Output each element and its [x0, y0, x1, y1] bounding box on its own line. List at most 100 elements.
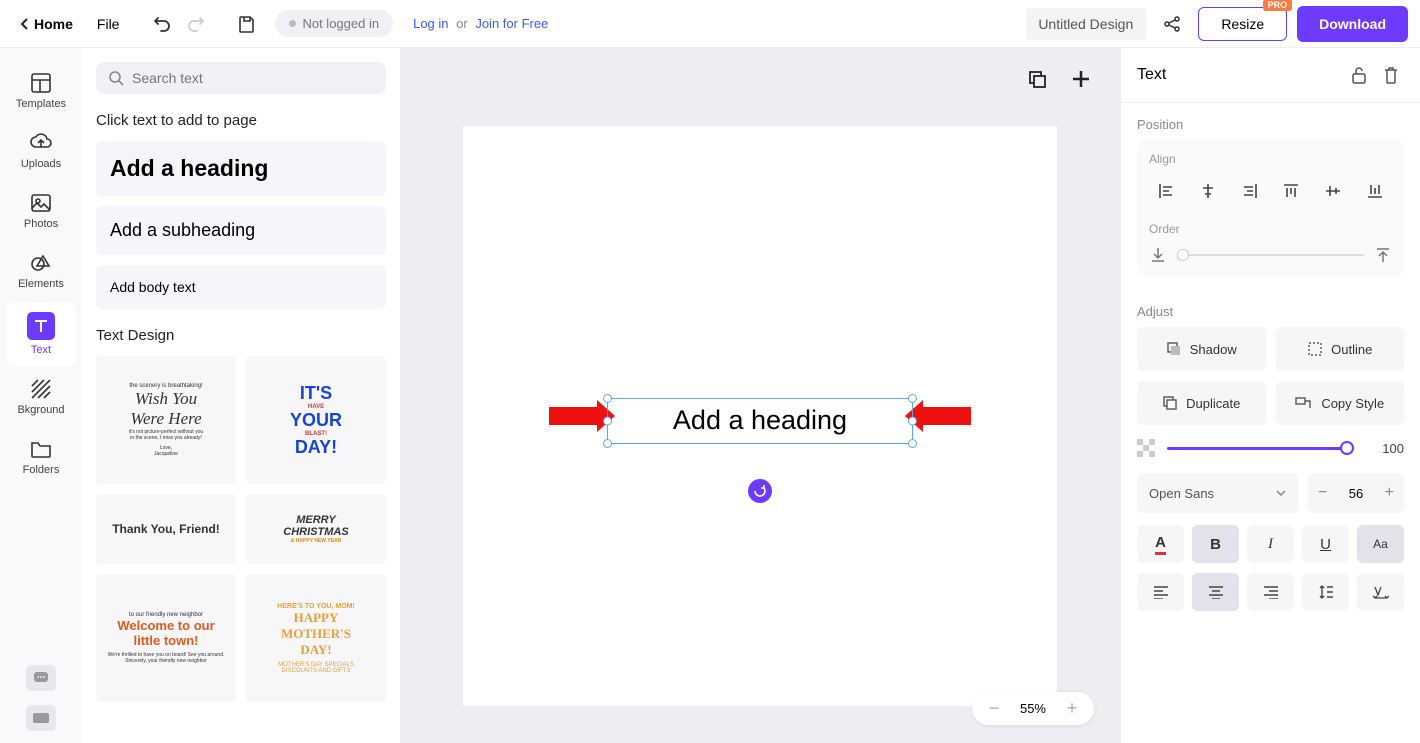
- selected-text-element[interactable]: Add a heading: [607, 398, 913, 444]
- join-link[interactable]: Join for Free: [475, 16, 548, 31]
- text-align-center-button[interactable]: [1192, 573, 1239, 611]
- rail-templates-label: Templates: [16, 98, 66, 110]
- align-top-button[interactable]: [1274, 176, 1308, 206]
- text-color-button[interactable]: A: [1137, 525, 1184, 563]
- resize-handle-tr[interactable]: [908, 394, 917, 403]
- duplicate-button[interactable]: Duplicate: [1137, 381, 1266, 425]
- text-element-content: Add a heading: [673, 405, 847, 436]
- or-text: or: [456, 16, 468, 31]
- underline-button[interactable]: U: [1302, 525, 1349, 563]
- shadow-icon: [1166, 341, 1182, 357]
- font-size-increase[interactable]: +: [1385, 484, 1394, 502]
- text-design-6[interactable]: HERE'S TO YOU, MOM! HAPPY MOTHER'S DAY! …: [246, 574, 386, 702]
- delete-button[interactable]: [1378, 62, 1404, 88]
- zoom-out-button[interactable]: −: [986, 698, 1002, 719]
- order-slider[interactable]: [1177, 254, 1364, 256]
- rail-folders-label: Folders: [23, 464, 60, 476]
- login-link[interactable]: Log in: [413, 16, 448, 31]
- text-design-4[interactable]: MERRY CHRISTMAS & HAPPY NEW YEAR: [246, 494, 386, 564]
- resize-handle-br[interactable]: [908, 439, 917, 448]
- text-design-3[interactable]: Thank You, Friend!: [96, 494, 236, 564]
- text-align-right-button[interactable]: [1247, 573, 1294, 611]
- align-hcenter-button[interactable]: [1191, 176, 1225, 206]
- text-case-button[interactable]: Aa: [1357, 525, 1404, 563]
- rail-text-label: Text: [31, 344, 51, 356]
- rail-photos-label: Photos: [24, 218, 58, 230]
- font-size-decrease[interactable]: −: [1318, 484, 1327, 502]
- rail-elements[interactable]: Elements: [6, 242, 76, 300]
- rail-folders[interactable]: Folders: [6, 428, 76, 486]
- letter-spacing-button[interactable]: [1357, 573, 1404, 611]
- align-bottom-button[interactable]: [1358, 176, 1392, 206]
- add-page-button[interactable]: [1068, 66, 1094, 92]
- rotate-handle[interactable]: [748, 479, 772, 503]
- annotation-arrow-right: [905, 400, 971, 432]
- file-menu[interactable]: File: [87, 12, 130, 36]
- line-spacing-button[interactable]: [1302, 573, 1349, 611]
- align-right-button[interactable]: [1233, 176, 1267, 206]
- search-box[interactable]: [96, 62, 386, 94]
- home-button[interactable]: Home: [12, 12, 81, 36]
- outline-icon: [1307, 341, 1323, 357]
- redo-button[interactable]: [179, 6, 215, 42]
- resize-handle-ml[interactable]: [603, 416, 612, 425]
- align-vcenter-button[interactable]: [1316, 176, 1350, 206]
- rail-elements-label: Elements: [18, 278, 64, 290]
- rail-uploads[interactable]: Uploads: [6, 122, 76, 180]
- rail-bkground-label: Bkground: [17, 404, 64, 416]
- status-text: Not logged in: [302, 16, 379, 31]
- text-design-5[interactable]: to our friendly new neighbor Welcome to …: [96, 574, 236, 702]
- rail-text[interactable]: Text: [6, 302, 76, 366]
- lock-button[interactable]: [1346, 62, 1372, 88]
- rail-templates[interactable]: Templates: [6, 62, 76, 120]
- uploads-icon: [30, 132, 52, 154]
- add-heading-button[interactable]: Add a heading: [96, 141, 386, 196]
- position-section-label: Position: [1121, 103, 1420, 140]
- text-design-2[interactable]: IT'S HAVE YOUR BLAST! DAY!: [246, 356, 386, 484]
- templates-icon: [30, 72, 52, 94]
- italic-button[interactable]: I: [1247, 525, 1294, 563]
- search-input[interactable]: [132, 70, 374, 86]
- save-button[interactable]: [229, 6, 265, 42]
- copy-style-button[interactable]: Copy Style: [1276, 381, 1405, 425]
- text-design-1[interactable]: the scenery is breathtaking! Wish You We…: [96, 356, 236, 484]
- shadow-button[interactable]: Shadow: [1137, 327, 1266, 371]
- zoom-in-button[interactable]: +: [1064, 698, 1080, 719]
- bold-button[interactable]: B: [1192, 525, 1239, 563]
- zoom-control: − 55% +: [972, 692, 1094, 725]
- share-button[interactable]: [1154, 6, 1190, 42]
- font-family-select[interactable]: Open Sans: [1137, 473, 1298, 513]
- resize-label: Resize: [1221, 16, 1264, 32]
- resize-handle-mr[interactable]: [908, 416, 917, 425]
- canvas-area[interactable]: Add a heading − 55% +: [400, 48, 1120, 743]
- artboard[interactable]: Add a heading: [463, 126, 1057, 706]
- inspector-panel: Text Position Align Order Adjust: [1120, 48, 1420, 743]
- chat-button[interactable]: [26, 665, 56, 691]
- undo-button[interactable]: [143, 6, 179, 42]
- download-button[interactable]: Download: [1297, 6, 1408, 42]
- align-label: Align: [1149, 152, 1392, 166]
- duplicate-page-button[interactable]: [1024, 66, 1050, 92]
- resize-handle-bl[interactable]: [603, 439, 612, 448]
- status-dot-icon: [289, 20, 296, 27]
- search-icon: [108, 70, 124, 86]
- bring-front-icon[interactable]: [1374, 246, 1392, 264]
- keyboard-button[interactable]: [26, 705, 56, 731]
- send-back-icon[interactable]: [1149, 246, 1167, 264]
- opacity-slider[interactable]: [1167, 447, 1348, 450]
- font-size-stepper[interactable]: − 56 +: [1308, 473, 1404, 513]
- design-title-input[interactable]: [1026, 8, 1146, 40]
- text-align-left-button[interactable]: [1137, 573, 1184, 611]
- inspector-title: Text: [1137, 66, 1340, 84]
- add-body-text-button[interactable]: Add body text: [96, 265, 386, 309]
- align-left-button[interactable]: [1149, 176, 1183, 206]
- outline-button[interactable]: Outline: [1276, 327, 1405, 371]
- click-to-add-heading: Click text to add to page: [96, 112, 386, 129]
- rail-bkground[interactable]: Bkground: [6, 368, 76, 426]
- rail-photos[interactable]: Photos: [6, 182, 76, 240]
- resize-button[interactable]: Resize PRO: [1198, 7, 1287, 41]
- zoom-value: 55%: [1020, 701, 1046, 716]
- add-subheading-button[interactable]: Add a subheading: [96, 206, 386, 255]
- resize-handle-tl[interactable]: [603, 394, 612, 403]
- left-rail: Templates Uploads Photos Elements Text B…: [0, 48, 82, 743]
